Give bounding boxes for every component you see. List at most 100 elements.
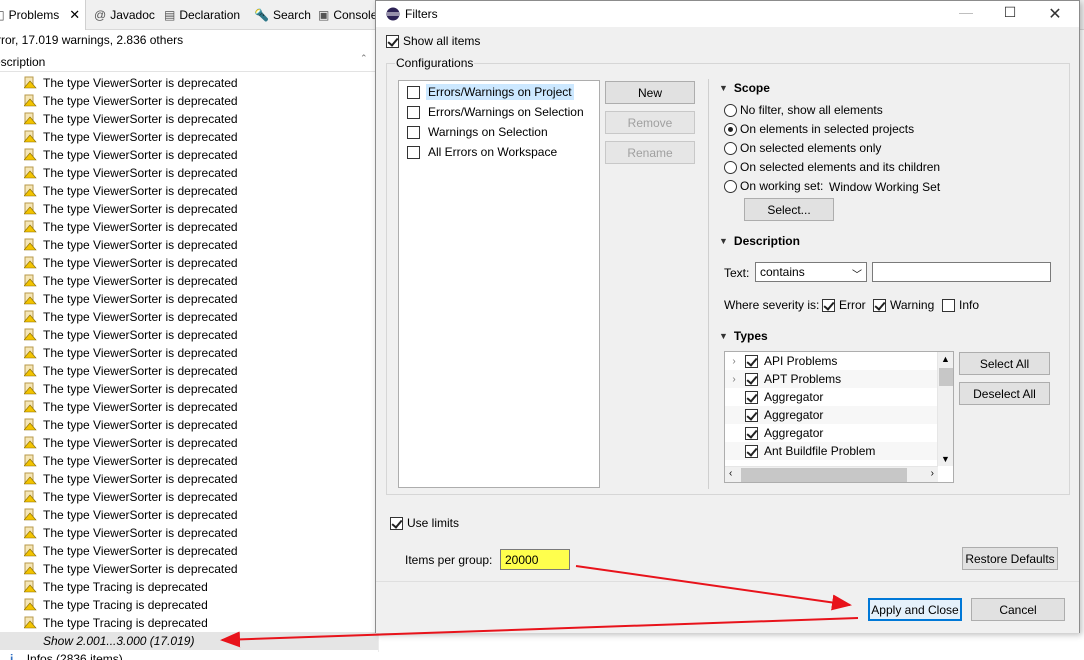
scope-option[interactable]: No filter, show all elements [724, 103, 883, 117]
scope-section-header[interactable]: ▼ Scope [719, 81, 770, 95]
remove-button[interactable]: Remove [605, 111, 695, 134]
close-button[interactable]: ✕ [1033, 4, 1077, 24]
restore-defaults-button[interactable]: Restore Defaults [962, 547, 1058, 570]
table-row[interactable]: The type ViewerSorter is deprecated [0, 470, 378, 488]
scroll-right-icon[interactable]: › [931, 468, 934, 479]
table-row[interactable]: The type ViewerSorter is deprecated [0, 506, 378, 524]
use-limits-checkbox[interactable]: Use limits [390, 516, 459, 530]
table-row[interactable]: The type ViewerSorter is deprecated [0, 524, 378, 542]
tab-declaration[interactable]: ▤ Declaration [160, 0, 244, 30]
table-row[interactable]: The type ViewerSorter is deprecated [0, 92, 378, 110]
column-header-description[interactable]: escription ⌃ [0, 52, 378, 72]
maximize-button[interactable]: ☐ [988, 4, 1032, 24]
table-row[interactable]: The type ViewerSorter is deprecated [0, 128, 378, 146]
chevron-right-icon[interactable]: › [725, 356, 743, 367]
select-all-button[interactable]: Select All [959, 352, 1050, 375]
table-row[interactable]: The type ViewerSorter is deprecated [0, 74, 378, 92]
radio[interactable] [724, 141, 737, 155]
table-row[interactable]: The type ViewerSorter is deprecated [0, 254, 378, 272]
show-all-items-checkbox[interactable]: Show all items [386, 34, 480, 48]
checkbox[interactable] [745, 408, 758, 422]
minimize-button[interactable]: — [944, 4, 988, 24]
type-item[interactable]: Ant Buildfile Problem [725, 442, 938, 460]
checkbox[interactable] [407, 125, 420, 139]
cancel-button[interactable]: Cancel [971, 598, 1065, 621]
table-row[interactable]: The type ViewerSorter is deprecated [0, 434, 378, 452]
types-horizontal-scrollbar[interactable]: ‹ › [725, 466, 938, 482]
table-row[interactable]: The type ViewerSorter is deprecated [0, 380, 378, 398]
radio[interactable] [724, 179, 737, 193]
table-row[interactable]: The type ViewerSorter is deprecated [0, 290, 378, 308]
checkbox[interactable] [745, 390, 758, 404]
type-item[interactable]: Aggregator [725, 424, 938, 442]
scroll-up-icon[interactable]: ▲ [941, 354, 950, 364]
severity-error-checkbox[interactable]: Error [822, 298, 866, 312]
scroll-thumb[interactable] [939, 368, 953, 386]
radio[interactable] [724, 103, 737, 117]
show-more-row[interactable]: Show 2.001...3.000 (17.019) [0, 632, 378, 650]
table-row[interactable]: The type ViewerSorter is deprecated [0, 362, 378, 380]
checkbox[interactable] [942, 298, 955, 312]
table-row[interactable]: The type ViewerSorter is deprecated [0, 560, 378, 578]
checkbox[interactable] [745, 426, 758, 440]
checkbox[interactable] [407, 85, 420, 99]
checkbox[interactable] [407, 105, 420, 119]
checkbox[interactable] [745, 354, 758, 368]
type-item[interactable]: Aggregator [725, 406, 938, 424]
scroll-thumb[interactable] [741, 468, 907, 482]
types-section-header[interactable]: ▼ Types [719, 329, 768, 343]
configuration-item[interactable]: All Errors on Workspace [407, 143, 557, 161]
select-working-set-button[interactable]: Select... [744, 198, 834, 221]
table-row[interactable]: The type ViewerSorter is deprecated [0, 236, 378, 254]
table-row[interactable]: The type ViewerSorter is deprecated [0, 110, 378, 128]
chevron-right-icon[interactable]: › [725, 374, 743, 385]
table-row[interactable]: The type ViewerSorter is deprecated [0, 452, 378, 470]
table-row[interactable]: The type Tracing is deprecated [0, 614, 378, 632]
table-row[interactable]: The type ViewerSorter is deprecated [0, 542, 378, 560]
table-row[interactable]: The type ViewerSorter is deprecated [0, 200, 378, 218]
type-item[interactable]: › API Problems [725, 352, 938, 370]
table-row[interactable]: The type ViewerSorter is deprecated [0, 326, 378, 344]
description-section-header[interactable]: ▼ Description [719, 234, 800, 248]
table-row[interactable]: The type ViewerSorter is deprecated [0, 398, 378, 416]
checkbox[interactable] [873, 298, 886, 312]
table-row[interactable]: The type ViewerSorter is deprecated [0, 488, 378, 506]
checkbox[interactable] [390, 516, 403, 530]
table-row[interactable]: The type ViewerSorter is deprecated [0, 164, 378, 182]
checkbox[interactable] [822, 298, 835, 312]
scope-option[interactable]: On working set: [724, 179, 823, 193]
apply-and-close-button[interactable]: Apply and Close [868, 598, 962, 621]
scope-option[interactable]: On selected elements only [724, 141, 881, 155]
scope-option[interactable]: On selected elements and its children [724, 160, 940, 174]
tab-console[interactable]: ▣ Console [314, 0, 381, 30]
table-row[interactable]: The type Tracing is deprecated [0, 596, 378, 614]
configuration-item[interactable]: Errors/Warnings on Selection [407, 103, 584, 121]
checkbox[interactable] [386, 34, 399, 48]
items-per-group-input[interactable]: 20000 [500, 549, 570, 570]
rename-button[interactable]: Rename [605, 141, 695, 164]
scope-option[interactable]: On elements in selected projects [724, 122, 914, 136]
scroll-left-icon[interactable]: ‹ [729, 468, 732, 479]
new-button[interactable]: New [605, 81, 695, 104]
deselect-all-button[interactable]: Deselect All [959, 382, 1050, 405]
table-row[interactable]: The type ViewerSorter is deprecated [0, 272, 378, 290]
tab-javadoc[interactable]: @ Javadoc [90, 0, 159, 30]
severity-info-checkbox[interactable]: Info [942, 298, 979, 312]
text-operator-select[interactable]: contains ﹀ [755, 262, 867, 282]
table-row[interactable]: The type ViewerSorter is deprecated [0, 182, 378, 200]
checkbox[interactable] [745, 372, 758, 386]
description-text-input[interactable] [872, 262, 1051, 282]
table-row[interactable]: The type Tracing is deprecated [0, 578, 378, 596]
radio[interactable] [724, 160, 737, 174]
tab-search[interactable]: 🔦 Search [250, 0, 315, 30]
table-row[interactable]: The type ViewerSorter is deprecated [0, 344, 378, 362]
infos-group-row[interactable]: i Infos (2836 items) [10, 652, 123, 660]
configuration-item[interactable]: Warnings on Selection [407, 123, 548, 141]
table-row[interactable]: The type ViewerSorter is deprecated [0, 308, 378, 326]
configuration-item[interactable]: Errors/Warnings on Project [407, 83, 574, 101]
tab-problems[interactable]: ▯ Problems ✕ [0, 0, 86, 30]
checkbox[interactable] [745, 444, 758, 458]
table-row[interactable]: The type ViewerSorter is deprecated [0, 218, 378, 236]
radio[interactable] [724, 122, 737, 136]
table-row[interactable]: The type ViewerSorter is deprecated [0, 416, 378, 434]
